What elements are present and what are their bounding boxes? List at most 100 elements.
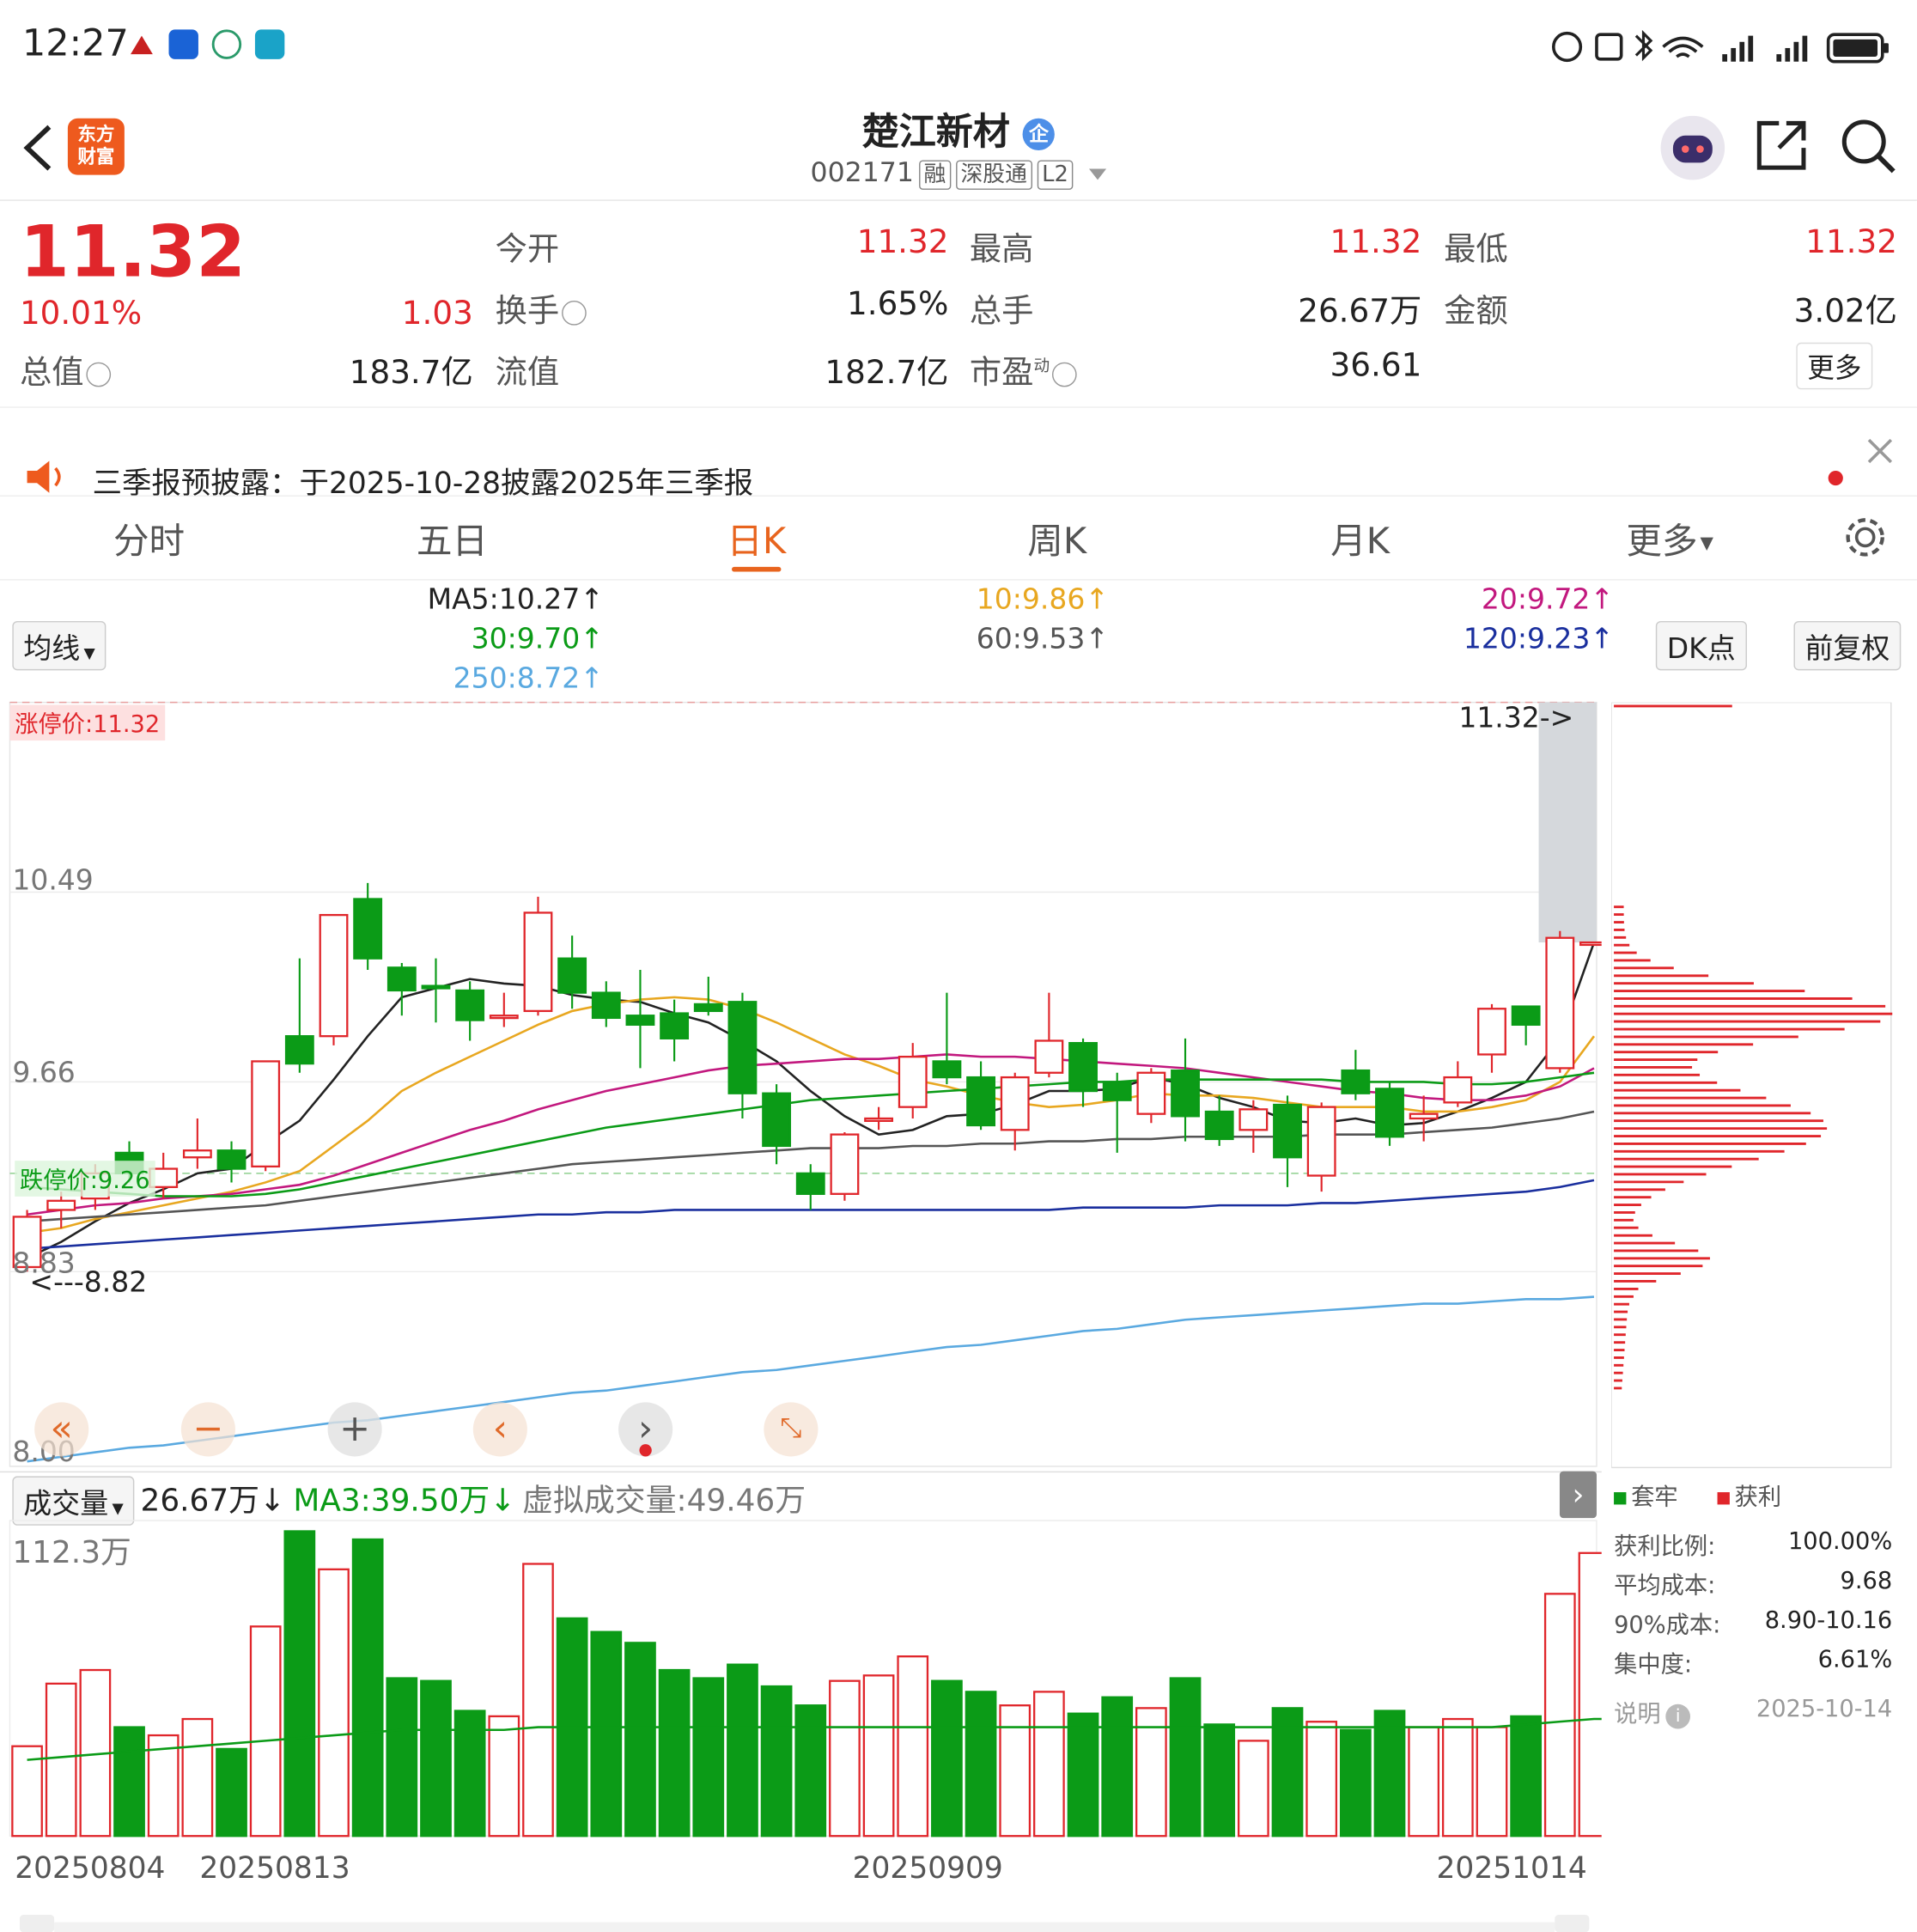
tab-five-day[interactable]: 五日 [417,513,488,564]
candle-body [284,1035,314,1065]
ma60-value: 60:9.53↑ [976,623,1109,656]
date-tick: 20250813 [199,1850,350,1886]
candle [1579,941,1602,947]
volume-max-label: 112.3万 [12,1533,131,1570]
volume-bar [522,1563,554,1838]
stock-code-row[interactable]: 002171 融深股通 L2 [0,158,1917,190]
volume-bar [624,1642,656,1838]
expand-panel-icon[interactable]: › [1559,1471,1597,1519]
chip-distribution-chart [1611,702,1893,1469]
more-button[interactable]: 更多 [1796,342,1873,390]
volume-bar [1033,1691,1065,1838]
candle-body [1375,1088,1404,1138]
share-icon[interactable] [1755,119,1809,178]
volume-bar [488,1715,520,1838]
app-notification-icon [168,29,198,59]
candle [182,1118,212,1169]
price-tick: 10.49 [12,864,94,898]
volume-bar [1373,1710,1406,1838]
candle [251,1060,281,1172]
nfc-icon [1595,33,1623,61]
ma10-value: 10:9.86↑ [976,583,1109,617]
pe-label[interactable]: 市盈动 [970,348,1077,393]
volume-bar [1237,1740,1269,1838]
adjust-rights-button[interactable]: 前复权 [1793,620,1902,671]
volume-bar [829,1679,861,1838]
candle-body [1545,936,1575,1070]
candle [1136,1068,1166,1124]
chip-note[interactable]: 说明 i [1614,1696,1691,1729]
candle [1341,1050,1371,1100]
field-value: 3.02亿 [1793,293,1897,331]
chip-value: 6.61% [1817,1646,1893,1673]
volume-bar [1543,1593,1576,1838]
candle-body [1306,1106,1336,1177]
scroll-handle-left[interactable] [19,1915,55,1932]
candle [830,1131,860,1201]
tab-more[interactable]: 更多 ▼ [1626,513,1713,564]
stock-title: 楚江新材 企 [0,101,1917,155]
market-cap-label[interactable]: 总值 [20,348,112,393]
tab-monthly-k[interactable]: 月K [1330,513,1390,564]
field-label: 最低 [1444,231,1508,269]
candle [660,999,690,1062]
candle [1545,930,1575,1073]
candle-body [1136,1071,1166,1115]
field-value: 36.61 [1330,347,1422,385]
tab-intraday[interactable]: 分时 [113,513,185,564]
candle [795,1164,825,1210]
chevron-down-icon: ▼ [83,644,95,662]
candle-body [625,1015,655,1027]
tab-daily-k[interactable]: 日K [727,513,786,564]
scrollbar-track[interactable] [54,1922,1555,1932]
candle [1375,1082,1404,1146]
stock-code: 002171 [810,157,914,189]
ma-selector[interactable]: 均线 ▼ [12,620,106,671]
candle-body [1273,1103,1302,1159]
volume-bar [420,1679,452,1838]
turnover-label[interactable]: 换手 [496,286,587,332]
volume-bar [351,1538,384,1838]
volume-chart [9,1520,1602,1838]
jump-start-icon[interactable]: « [34,1402,89,1457]
volume-bar [1408,1726,1440,1838]
candle-body [557,957,587,994]
candle-body [489,1015,519,1020]
chevron-left-icon[interactable]: ‹ [472,1402,527,1457]
field-label: 今开 [495,231,560,269]
candle [898,1043,928,1118]
volume-bar [283,1530,316,1838]
assistant-avatar[interactable] [1660,115,1725,180]
volume-bar [1305,1721,1338,1838]
candlestick-chart[interactable] [0,698,1602,1472]
field-value: 11.32 [1805,224,1897,262]
search-icon[interactable] [1841,119,1897,180]
limit-down-label: 跌停价:9.26 [15,1161,155,1197]
candle [284,958,314,1073]
status-time: 12:27 [21,21,129,66]
price-range-highlight [1538,702,1597,943]
zoom-out-icon[interactable]: − [180,1402,235,1457]
volume-bar [1578,1551,1602,1838]
volume-bar [897,1655,929,1838]
zoom-in-icon[interactable]: + [327,1402,382,1457]
volume-bar [1476,1726,1508,1838]
ma20-value: 20:9.72↑ [1481,583,1615,617]
info-icon[interactable] [562,300,587,325]
fullscreen-icon[interactable]: ⤡ [764,1402,819,1457]
dk-point-button[interactable]: DK点 [1655,620,1747,671]
chevron-down-icon: ▼ [112,1499,124,1517]
chip-value: 100.00% [1787,1527,1893,1556]
candle-body [1068,1042,1098,1093]
scroll-handle-right[interactable] [1555,1915,1590,1932]
tab-weekly-k[interactable]: 周K [1027,513,1086,564]
info-icon[interactable] [1052,361,1077,387]
candle-body [966,1076,995,1127]
speaker-icon [25,459,70,501]
candle-body [216,1149,246,1170]
date-tick: 20250804 [15,1850,166,1886]
volume-bar [692,1677,725,1838]
info-icon[interactable] [86,361,112,387]
gear-icon[interactable] [1843,515,1888,564]
close-icon[interactable] [1865,436,1895,471]
